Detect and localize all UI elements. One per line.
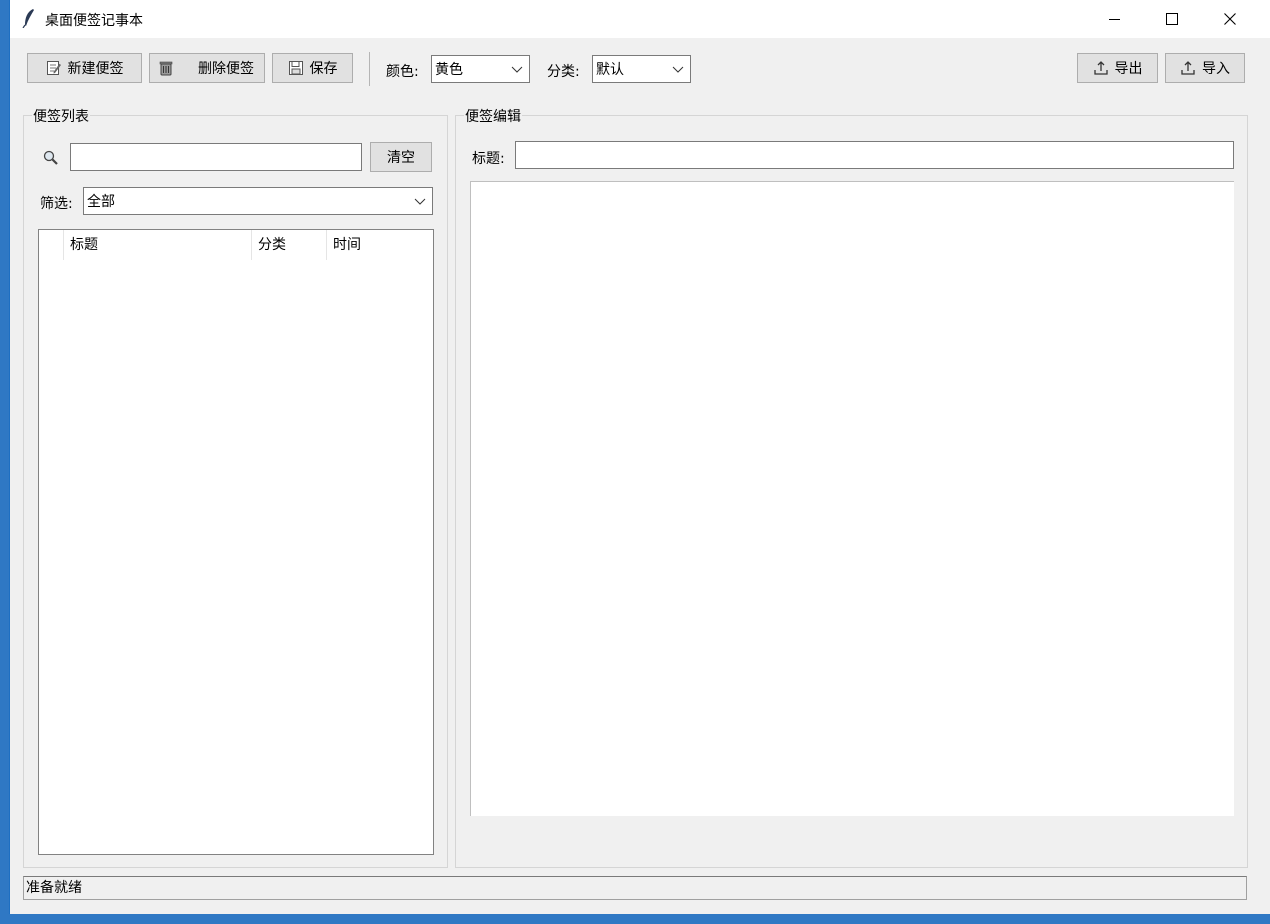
status-text: 准备就绪 [26,880,82,896]
save-button[interactable]: 保存 [272,53,353,83]
note-title-label: 标题: [472,151,505,167]
window-title: 桌面便签记事本 [45,13,143,29]
column-header-time[interactable]: 时间 [327,230,433,260]
note-editor-panel: 便签编辑 标题: [455,106,1248,868]
chevron-down-icon [511,66,523,73]
clear-search-button[interactable]: 清空 [370,142,432,172]
import-label: 导入 [1202,61,1230,77]
app-window: 桌面便签记事本 新建便签 删除便签 保存 颜色: 黄色 分类: 默认 导出 导入… [9,0,1270,914]
chevron-down-icon [672,66,684,73]
feather-icon [22,9,34,28]
table-header-indent [39,230,64,260]
filter-select[interactable]: 全部 [83,187,433,215]
color-select-value: 黄色 [435,62,463,78]
new-note-label: 新建便签 [67,61,124,77]
table-header: 标题 分类 时间 [39,230,433,260]
delete-note-label: 删除便签 [198,61,254,77]
import-icon [1181,61,1195,75]
minimize-icon [1108,18,1120,20]
filter-select-value: 全部 [87,194,115,210]
close-icon [1224,13,1236,25]
import-button[interactable]: 导入 [1165,53,1245,83]
close-button[interactable] [1201,0,1259,38]
column-header-title[interactable]: 标题 [64,230,252,260]
export-label: 导出 [1114,61,1143,77]
export-icon [1093,61,1108,75]
maximize-button[interactable] [1143,0,1201,38]
note-list-panel: 便签列表 清空 筛选: 全部 标题 分类 时间 [23,106,448,868]
export-button[interactable]: 导出 [1077,53,1158,83]
toolbar-separator [369,52,370,86]
title-bar: 桌面便签记事本 [10,0,1270,38]
chevron-down-icon [414,198,426,205]
note-title-input[interactable] [515,141,1234,169]
clear-search-label: 清空 [387,150,415,166]
column-header-category[interactable]: 分类 [252,230,327,260]
edit-note-icon [46,61,61,75]
search-input[interactable] [70,143,362,171]
status-bar: 准备就绪 [23,876,1247,900]
note-list-table[interactable]: 标题 分类 时间 [38,229,434,855]
search-icon [43,150,58,165]
delete-note-button[interactable]: 删除便签 [149,53,265,83]
note-editor-title: 便签编辑 [464,106,522,126]
maximize-icon [1166,13,1178,25]
trash-icon [159,61,173,76]
floppy-disk-icon [288,61,303,75]
save-label: 保存 [309,61,338,77]
category-select[interactable]: 默认 [592,55,691,83]
category-label: 分类: [547,64,580,80]
color-label: 颜色: [386,64,419,80]
color-select[interactable]: 黄色 [431,55,530,83]
note-list-title: 便签列表 [32,106,90,126]
minimize-button[interactable] [1085,0,1143,38]
note-content-textarea[interactable] [470,181,1234,816]
filter-label: 筛选: [40,196,73,212]
new-note-button[interactable]: 新建便签 [27,53,142,83]
category-select-value: 默认 [596,62,624,78]
